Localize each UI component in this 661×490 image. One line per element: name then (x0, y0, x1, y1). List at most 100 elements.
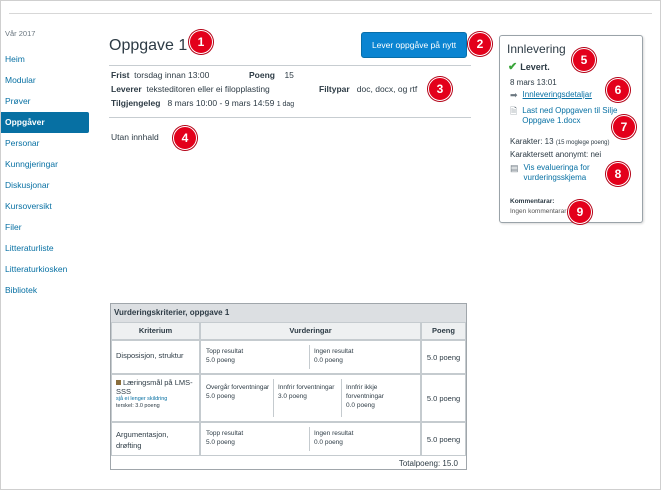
page-title: Oppgave 1 (109, 37, 188, 54)
rating-points: 5.0 poeng (206, 357, 235, 364)
sidebar-item-litteraturkiosken[interactable]: Litteraturkiosken (1, 259, 89, 280)
rubric-rating: Innfrir ikkje forventningar 0.0 poeng (346, 383, 414, 410)
rubric-rating: Ingen resultat 0.0 poeng (314, 429, 353, 447)
callout-badge-1: 1 (189, 30, 213, 54)
due-label: Frist (111, 70, 130, 80)
rating-label: Ingen resultat (314, 348, 354, 355)
submission-details-label: Innleveringsdetaljar (522, 90, 592, 99)
sidebar-item-personar[interactable]: Personar (1, 133, 89, 154)
resubmit-button[interactable]: Lever oppgåve på nytt (361, 32, 467, 58)
divider (109, 65, 471, 66)
rating-divider (273, 379, 274, 417)
available-duration: 1 dag (276, 101, 295, 108)
grade-note: (15 moglege poeng) (555, 140, 610, 146)
rating-points: 5.0 poeng (206, 439, 235, 446)
submission-title: Innlevering (507, 42, 566, 56)
rubric-ratings: Overgår forventningar 5.0 poeng Innfrir … (200, 374, 421, 422)
course-navigation: Heim Modular Prøver Oppgåver Personar Ku… (1, 49, 89, 301)
points-row: Poeng 15 (249, 70, 294, 80)
sidebar-item-diskusjonar[interactable]: Diskusjonar (1, 175, 89, 196)
rubric-header-ratings: Vurderingar (200, 322, 421, 340)
callout-badge-8: 8 (606, 162, 630, 186)
due-value: torsdag innan 13:00 (134, 70, 210, 80)
points-value: 15 (284, 70, 294, 80)
filetypes-row: Filtypar doc, docx, og rtf (319, 84, 417, 94)
rubric-ratings: Topp resultat 5.0 poeng Ingen resultat 0… (200, 422, 421, 456)
anonymous-grading: Karaktersett anonymt: nei (510, 150, 602, 159)
window-frame: Vår 2017 Heim Modular Prøver Oppgåver Pe… (0, 0, 661, 490)
points-label: Poeng (249, 70, 275, 80)
rating-divider (309, 427, 310, 451)
rating-label: Overgår forventningar (206, 384, 270, 391)
sidebar-item-heim[interactable]: Heim (1, 49, 89, 70)
due-row: Frist torsdag innan 13:00 (111, 70, 209, 80)
outcome-description-link[interactable]: sjå ei lenger skildring (116, 396, 195, 403)
submission-type-row: Leverer teksteditoren eller ei filopplas… (111, 84, 270, 94)
rating-points: 0.0 poeng (314, 439, 343, 446)
sidebar-item-modular[interactable]: Modular (1, 70, 89, 91)
rating-divider (341, 379, 342, 417)
sidebar-item-oppgaver[interactable]: Oppgåver (1, 112, 89, 133)
outcome-threshold: terskel: 3.0 poeng (116, 403, 160, 409)
rubric-row-points: 5.0 poeng (421, 422, 466, 456)
rubric-rating: Topp resultat 5.0 poeng (206, 347, 243, 365)
submission-type-label: Leverer (111, 84, 142, 94)
rubric-header-criterion: Kriterium (111, 322, 200, 340)
rating-label: Topp resultat (206, 348, 244, 355)
callout-badge-3: 3 (428, 77, 452, 101)
available-value: 8 mars 10:00 - 9 mars 14:59 (167, 98, 275, 108)
rubric-rating: Overgår forventningar 5.0 poeng (206, 383, 270, 401)
document-icon: 🗎 (510, 106, 518, 116)
rubric-table: Vurderingskriterier, oppgave 1 Kriterium… (110, 303, 467, 470)
rating-label: Innfrir ikkje forventningar (346, 384, 384, 400)
rating-label: Topp resultat (206, 430, 244, 437)
rubric-total: Totalpoeng: 15.0 (398, 459, 458, 468)
filetypes-label: Filtypar (319, 84, 350, 94)
available-row: Tilgjengeleg 8 mars 10:00 - 9 mars 14:59… (111, 98, 294, 108)
rubric-rating: Topp resultat 5.0 poeng (206, 429, 243, 447)
grade-row: Karakter: 13 (15 moglege poeng) (510, 137, 610, 146)
rubric-rating: Ingen resultat 0.0 poeng (314, 347, 353, 365)
available-label: Tilgjengeleg (111, 98, 161, 108)
rating-points: 0.0 poeng (314, 357, 343, 364)
callout-badge-6: 6 (606, 78, 630, 102)
rating-divider (309, 345, 310, 369)
grade-label: Karakter: 13 (510, 137, 554, 146)
callout-badge-4: 4 (173, 126, 197, 150)
rubric-criterion: Argumentasjon, drøfting (111, 422, 200, 456)
callout-badge-7: 7 (612, 115, 636, 139)
submission-type-value: teksteditoren eller ei filopplasting (146, 84, 270, 94)
sidebar-item-kursoversikt[interactable]: Kursoversikt (1, 196, 89, 217)
rubric-ratings: Topp resultat 5.0 poeng Ingen resultat 0… (200, 340, 421, 374)
comments-heading: Kommentarar: (510, 198, 555, 205)
rating-label: Innfrir forventningar (278, 384, 335, 391)
rubric-criterion-outcome: Læringsmål på LMS-SSS sjå ei lenger skil… (111, 374, 200, 422)
submission-details-link[interactable]: ➡ Innleveringsdetaljar (510, 90, 592, 100)
sidebar-item-litteraturliste[interactable]: Litteraturliste (1, 238, 89, 259)
arrow-right-icon: ➡ (510, 90, 518, 100)
filetypes-value: doc, docx, og rtf (356, 84, 418, 94)
rubric-icon: ▤ (510, 163, 519, 173)
rubric-header-points: Poeng (421, 322, 466, 340)
sidebar-item-filer[interactable]: Filer (1, 217, 89, 238)
rubric-criterion: Disposisjon, struktur (111, 340, 200, 374)
sidebar-item-bibliotek[interactable]: Bibliotek (1, 280, 89, 301)
rating-points: 5.0 poeng (206, 393, 235, 400)
status-label: Levert. (520, 61, 550, 72)
comments-value: Ingen kommentarar (510, 208, 567, 215)
checkmark-icon: ✔ (508, 61, 518, 73)
rating-label: Ingen resultat (314, 430, 354, 437)
criterion-label: Læringsmål på LMS-SSS (116, 378, 193, 396)
rating-points: 3.0 poeng (278, 393, 307, 400)
callout-badge-2: 2 (468, 32, 492, 56)
rubric-title: Vurderingskriterier, oppgave 1 (111, 304, 466, 322)
callout-badge-9: 9 (568, 200, 592, 224)
top-divider (9, 13, 652, 14)
sidebar-item-prover[interactable]: Prøver (1, 91, 89, 112)
rubric-row-points: 5.0 poeng (421, 340, 466, 374)
divider (109, 117, 471, 118)
sidebar-item-kunngjeringar[interactable]: Kunngjeringar (1, 154, 89, 175)
outcome-icon (116, 380, 121, 385)
rubric-rating: Innfrir forventningar 3.0 poeng (278, 383, 338, 401)
rating-points: 0.0 poeng (346, 402, 375, 409)
